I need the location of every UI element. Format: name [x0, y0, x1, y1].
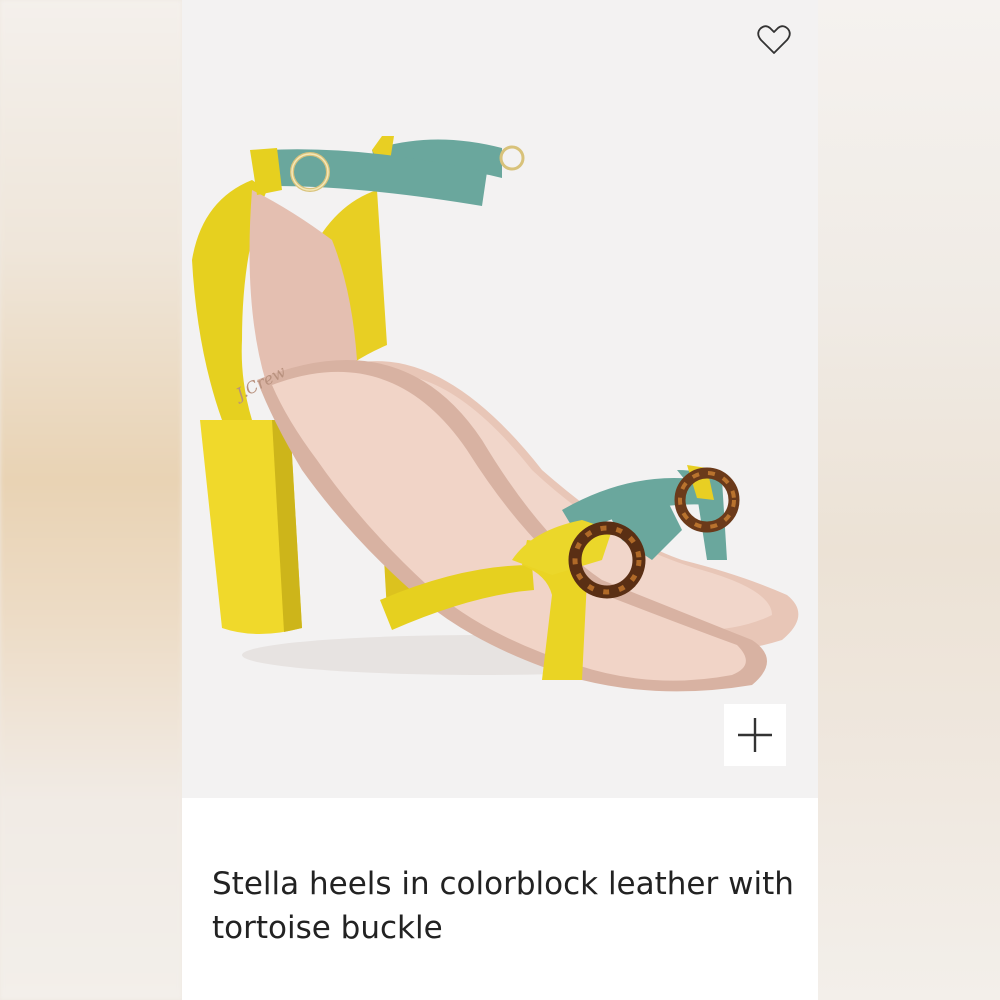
blurred-background-right: [818, 0, 1000, 1000]
product-title: Stella heels in colorblock leather with …: [212, 866, 794, 946]
plus-icon: [738, 718, 772, 752]
heart-outline-icon: [757, 25, 791, 54]
product-card: J.Crew: [182, 0, 818, 1000]
product-image[interactable]: J.Crew: [182, 0, 818, 798]
blurred-background-left: [0, 0, 182, 1000]
sandals-illustration: J.Crew: [192, 136, 799, 692]
zoom-button[interactable]: [724, 704, 786, 766]
favorite-button[interactable]: [754, 20, 794, 60]
